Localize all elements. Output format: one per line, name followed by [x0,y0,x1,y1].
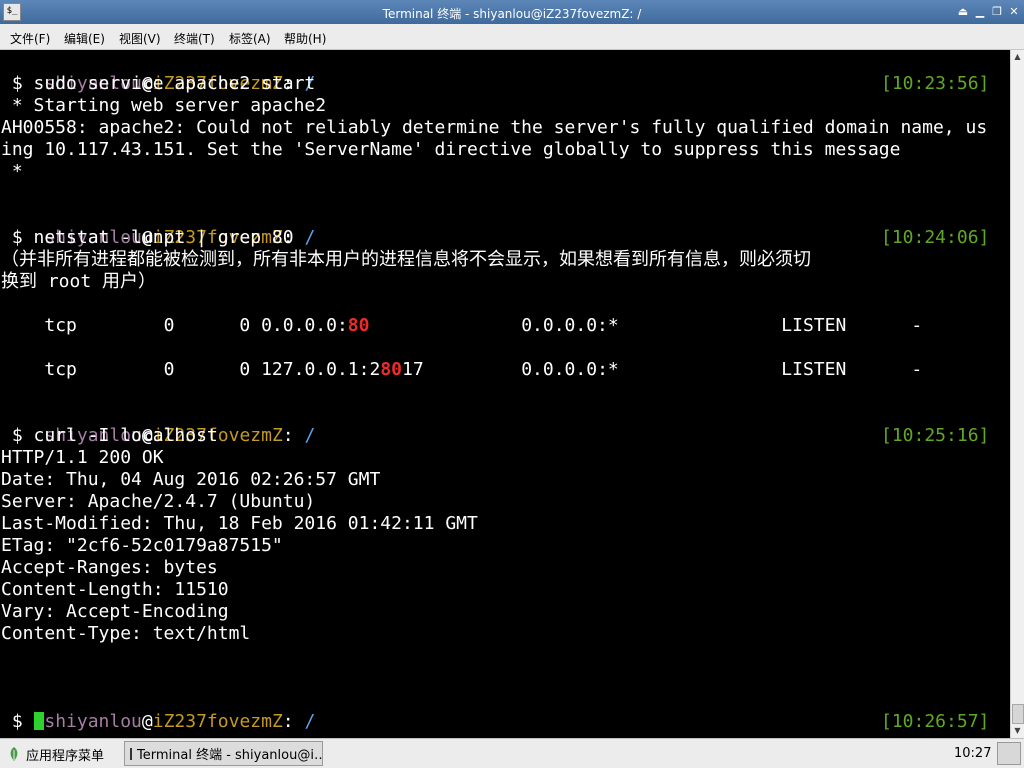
close-button[interactable]: ✕ [1006,3,1022,21]
menu-bar: 文件(F) 编辑(E) 视图(V) 终端(T) 标签(A) 帮助(H) [0,24,1024,50]
command-line: $ netstat -lunpt | grep 80 [1,227,294,248]
prompt-symbol: $ [1,711,34,732]
output-line: AH00558: apache2: Could not reliably det… [1,117,988,138]
output-line: （并非所有进程都能被检测到，所有非本用户的进程信息将不会显示，如果想看到所有信息… [1,249,811,270]
menu-tabs[interactable]: 标签(A) [229,30,271,47]
netstat-row-prefix: tcp 0 0 0.0.0.0: [44,315,348,336]
prompt-line: shiyanlou@iZ237fovezmZ: / [1,205,315,248]
prompt-line: shiyanlou@iZ237fovezmZ: / [1,51,315,94]
prompt-separator: : [282,711,305,732]
netstat-row: tcp 0 0 0.0.0.0:80 0.0.0.0:* LISTEN - [1,293,922,336]
output-line: * Starting web server apache2 [1,95,327,116]
output-line: Accept-Ranges: bytes [1,557,218,578]
menu-file[interactable]: 文件(F) [10,30,50,47]
input-line[interactable]: $ [1,711,44,733]
netstat-row: tcp 0 0 127.0.0.1:28017 0.0.0.0:* LISTEN… [1,337,922,380]
netstat-row-prefix: tcp 0 0 127.0.0.1:2 [44,359,381,380]
output-line: HTTP/1.1 200 OK [1,447,164,468]
prompt-user: shiyanlou [44,711,142,732]
scrollbar-thumb[interactable] [1012,704,1024,724]
applications-menu-button[interactable]: 应用程序菜单 [8,744,104,764]
output-line: ETag: "2cf6-52c0179a87515" [1,535,283,556]
menu-help[interactable]: 帮助(H) [284,30,326,47]
grep-match: 80 [347,315,370,336]
scroll-up-arrow-icon[interactable]: ▲ [1011,50,1024,64]
output-line: * [1,161,23,182]
taskbar: 应用程序菜单 Terminal 终端 - shiyanlou@i… 10:27 [0,738,1024,768]
timestamp: [10:26:57] [881,711,990,732]
clock[interactable]: 10:27 [954,746,991,761]
terminal-icon [130,747,132,760]
menu-edit[interactable]: 编辑(E) [64,30,105,47]
prompt-separator: : [282,425,305,446]
prompt-at: @ [141,711,153,732]
prompt-host: iZ237fovezmZ [152,711,283,732]
netstat-row-suffix: 17 0.0.0.0:* LISTEN - [402,359,923,380]
netstat-row-suffix: 0.0.0.0:* LISTEN - [369,315,923,336]
grep-match: 80 [380,359,402,380]
prompt-line: shiyanlou@iZ237fovezmZ: / [1,689,315,732]
command-line: $ sudo service apache2 start [1,73,316,94]
window-titlebar[interactable]: $_ Terminal 终端 - shiyanlou@iZ237fovezmZ:… [0,0,1024,24]
output-line: ing 10.117.43.151. Set the 'ServerName' … [1,139,901,160]
terminal-output[interactable]: shiyanlou@iZ237fovezmZ: / $ sudo service… [0,50,1010,738]
menu-terminal[interactable]: 终端(T) [174,30,215,47]
prompt-path: / [304,711,316,732]
timestamp: [10:25:16] [881,425,990,446]
prompt-path: / [304,425,316,446]
timestamp: [10:23:56] [881,73,990,94]
text-cursor [33,712,44,730]
maximize-button[interactable]: ❐ [989,3,1005,21]
command-line: $ curl -I localhost [1,425,218,446]
window-title: Terminal 终端 - shiyanlou@iZ237fovezmZ: / [382,7,642,21]
output-line: Last-Modified: Thu, 18 Feb 2016 01:42:11… [1,513,478,534]
vertical-scrollbar[interactable]: ▲ ▼ [1010,50,1024,738]
output-line: Server: Apache/2.4.7 (Ubuntu) [1,491,316,512]
taskbar-task-label: Terminal 终端 - shiyanlou@i… [137,748,323,763]
prompt-line: shiyanlou@iZ237fovezmZ: / [1,403,315,446]
shade-button[interactable]: ⏏ [955,3,971,21]
menu-view[interactable]: 视图(V) [119,30,161,47]
scroll-down-arrow-icon[interactable]: ▼ [1011,724,1024,738]
taskbar-terminal-window[interactable]: Terminal 终端 - shiyanlou@i… [124,741,323,766]
output-line: Content-Length: 11510 [1,579,229,600]
xfce-leaf-icon [10,747,18,761]
window-controls: ⏏ ▁ ❐ ✕ [955,3,1022,21]
output-line: Date: Thu, 04 Aug 2016 02:26:57 GMT [1,469,381,490]
prompt-path: / [304,227,316,248]
applications-menu-label: 应用程序菜单 [26,748,105,764]
system-tray-icon[interactable] [997,742,1021,765]
output-line: 换到 root 用户） [1,271,157,292]
output-line: Content-Type: text/html [1,623,251,644]
minimize-button[interactable]: ▁ [972,3,988,21]
output-line: Vary: Accept-Encoding [1,601,229,622]
timestamp: [10:24:06] [881,227,990,248]
